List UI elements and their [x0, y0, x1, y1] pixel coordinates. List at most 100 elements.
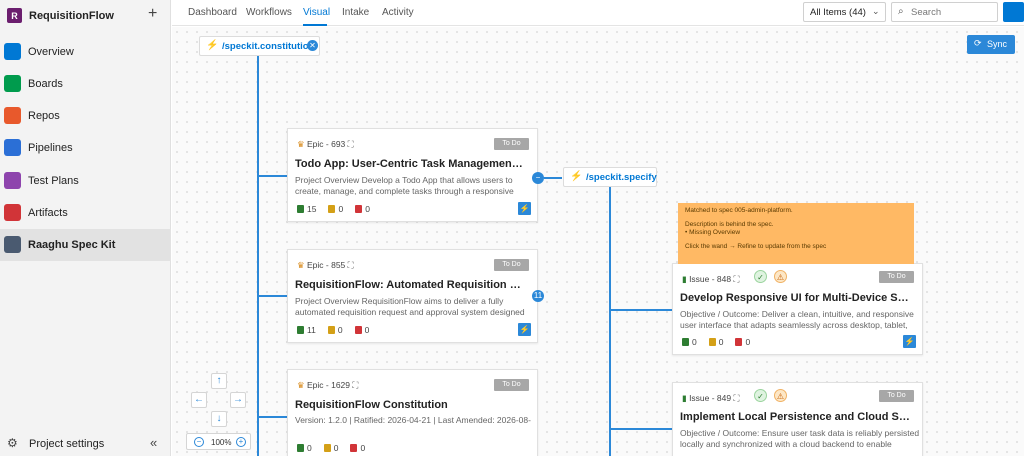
- project-logo: R: [7, 8, 22, 23]
- spec-kit-icon: [4, 236, 21, 253]
- bug-icon: [355, 205, 363, 213]
- chip-edit-icon[interactable]: ✕: [307, 40, 318, 51]
- sync-icon: ⟳: [974, 38, 982, 48]
- child-count-badge[interactable]: 11: [532, 290, 544, 302]
- sidebar-item-test-plans[interactable]: Test Plans: [0, 165, 171, 197]
- sidebar-item-pipelines[interactable]: Pipelines: [0, 132, 171, 164]
- zoom-in-icon[interactable]: +: [236, 437, 246, 447]
- pipelines-icon: [4, 139, 21, 156]
- stat-value: 0: [307, 443, 312, 453]
- search-input[interactable]: ⌕ Search: [891, 2, 998, 22]
- task-count: 0: [297, 443, 312, 453]
- status-badge: To Do: [879, 390, 914, 402]
- stat-value: 0: [364, 325, 370, 335]
- sidebar-item-artifacts[interactable]: Artifacts: [0, 197, 171, 229]
- card-title[interactable]: Todo App: User-Centric Task Management .…: [295, 158, 525, 170]
- tab-workflows[interactable]: Workflows: [246, 7, 292, 18]
- bug-icon: [354, 326, 362, 334]
- check-icon[interactable]: ✓: [754, 270, 767, 283]
- card-type: ▮ Issue - 849 ⛶: [682, 393, 740, 403]
- wand-action-icon[interactable]: ⚡: [903, 335, 916, 348]
- search-placeholder: Search: [911, 7, 942, 18]
- work-item-card[interactable]: ♛ Epic - 855 ⛶ To Do RequisitionFlow: Au…: [287, 249, 538, 343]
- task-icon: [297, 326, 304, 334]
- pan-left-icon[interactable]: ←: [191, 392, 207, 408]
- stat-value: 0: [692, 337, 697, 347]
- card-stats: 0 0 0: [682, 337, 750, 347]
- review-count: 0: [327, 325, 343, 335]
- speckit-specify-chip[interactable]: ⚡ /speckit.specify: [563, 167, 657, 187]
- card-title[interactable]: Develop Responsive UI for Multi-Device S…: [680, 292, 910, 304]
- tooltip-line: Matched to spec 005-admin-platform.: [685, 207, 793, 214]
- panel-toggle-button[interactable]: [1003, 2, 1024, 22]
- work-item-card[interactable]: ▮ Issue - 848 ⛶ ✓ ⚠ To Do Develop Respon…: [672, 263, 923, 355]
- project-name[interactable]: RequisitionFlow: [29, 10, 114, 22]
- work-item-card[interactable]: ▮ Issue - 849 ⛶ ✓ ⚠ To Do Implement Loca…: [672, 382, 923, 456]
- review-count: 0: [323, 443, 339, 453]
- work-item-card[interactable]: ♛ Epic - 1629 ⛶ To Do RequisitionFlow Co…: [287, 369, 538, 456]
- sidebar-item-spec-kit[interactable]: Raaghu Spec Kit: [0, 229, 171, 261]
- stat-value: 0: [745, 337, 751, 347]
- sync-button[interactable]: ⟳ Sync: [967, 35, 1015, 54]
- sidebar-item-overview[interactable]: Overview: [0, 36, 171, 68]
- card-stats: 11 0 0: [297, 325, 369, 335]
- warning-icon[interactable]: ⚠: [774, 270, 787, 283]
- sidebar-item-label: Pipelines: [28, 142, 73, 154]
- card-id: Epic - 1629: [307, 380, 350, 390]
- card-id: Issue - 849: [689, 393, 732, 403]
- connector-line: [544, 177, 562, 179]
- visual-canvas[interactable]: ⚡ /speckit.constitution ✕ ⚡ /speckit.spe…: [172, 27, 1024, 456]
- warning-icon[interactable]: ⚠: [774, 389, 787, 402]
- chip-label: /speckit.constitution: [222, 41, 315, 52]
- task-count: 15: [297, 204, 316, 214]
- sidebar-item-repos[interactable]: Repos: [0, 100, 171, 132]
- collapse-node-icon[interactable]: −: [532, 172, 544, 184]
- sidebar-item-label: Overview: [28, 46, 74, 58]
- project-settings-label: Project settings: [29, 438, 105, 450]
- card-description: Version: 1.2.0 | Ratified: 2026-04-21 | …: [295, 415, 531, 425]
- tab-dashboard[interactable]: Dashboard: [188, 7, 237, 18]
- tab-intake[interactable]: Intake: [342, 7, 369, 18]
- pan-right-icon[interactable]: →: [230, 392, 246, 408]
- sidebar-item-boards[interactable]: Boards: [0, 68, 171, 100]
- card-title[interactable]: RequisitionFlow: Automated Requisition R…: [295, 279, 525, 291]
- card-title[interactable]: Implement Local Persistence and Cloud Sy…: [680, 411, 910, 423]
- tab-visual[interactable]: Visual: [303, 7, 330, 18]
- card-description: Objective / Outcome: Deliver a clean, in…: [680, 309, 914, 330]
- work-item-card[interactable]: ♛ Epic - 693 ⛶ To Do Todo App: User-Cent…: [287, 128, 538, 222]
- epic-crown-icon: ♛: [297, 380, 305, 390]
- add-icon[interactable]: +: [148, 6, 157, 22]
- speckit-constitution-chip[interactable]: ⚡ /speckit.constitution: [199, 36, 320, 56]
- wand-icon: ⚡: [570, 171, 583, 182]
- collapse-sidebar-icon[interactable]: «: [150, 435, 157, 450]
- card-description: Project Overview Develop a Todo App that…: [295, 175, 514, 196]
- tooltip-line: • Missing Overview: [685, 229, 741, 236]
- issue-icon: ▮: [682, 274, 687, 284]
- zoom-out-icon[interactable]: −: [194, 437, 204, 447]
- check-icon[interactable]: ✓: [754, 389, 767, 402]
- stat-value: 0: [333, 443, 339, 453]
- pan-up-icon[interactable]: ↑: [211, 373, 227, 389]
- project-settings-link[interactable]: ⚙ Project settings «: [0, 432, 171, 456]
- wand-action-icon[interactable]: ⚡: [518, 202, 531, 215]
- review-icon: [327, 326, 335, 334]
- sidebar-item-label: Raaghu Spec Kit: [28, 239, 116, 251]
- epic-crown-icon: ♛: [297, 139, 305, 149]
- items-filter-dropdown[interactable]: All Items (44) ⌄: [803, 2, 886, 22]
- bug-icon: [735, 338, 743, 346]
- card-title[interactable]: RequisitionFlow Constitution: [295, 399, 525, 411]
- wand-action-icon[interactable]: ⚡: [518, 323, 531, 336]
- task-icon: [297, 444, 304, 452]
- pan-down-icon[interactable]: ↓: [211, 411, 227, 427]
- bug-count: 0: [355, 204, 370, 214]
- wand-icon: ⚡: [206, 40, 219, 51]
- connector-line: [257, 295, 287, 297]
- tab-activity[interactable]: Activity: [382, 7, 414, 18]
- tooltip-line: Description is behind the spec.: [685, 221, 774, 228]
- bug-count: 0: [350, 443, 365, 453]
- review-count: 0: [708, 337, 723, 347]
- filter-value: All Items (44): [810, 7, 866, 18]
- epic-crown-icon: ♛: [297, 260, 305, 270]
- card-description: Objective / Outcome: Ensure user task da…: [680, 428, 920, 449]
- sidebar-item-label: Artifacts: [28, 207, 68, 219]
